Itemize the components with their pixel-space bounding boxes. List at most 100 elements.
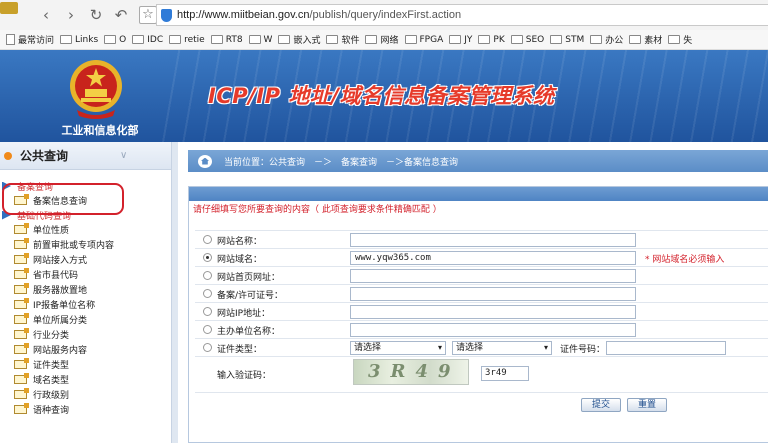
form-row-0: 网站名称： (195, 230, 768, 248)
field-input-0[interactable] (350, 233, 636, 247)
folder-icon (365, 35, 378, 44)
bookmark-9[interactable]: 网络 (365, 33, 399, 46)
bookmark-label: SEO (525, 34, 545, 45)
folder-icon (478, 35, 491, 44)
bookmark-7[interactable]: 嵌入式 (278, 33, 320, 46)
undo-icon[interactable]: ↶ (113, 5, 129, 25)
nav-item[interactable]: 行政级别 (0, 387, 177, 402)
field-label: 网站名称： (217, 237, 263, 247)
back-icon[interactable]: ‹ (38, 5, 54, 25)
nav-item[interactable]: 服务器放置地 (0, 282, 177, 297)
dropdown-arrow-icon: ▾ (543, 343, 548, 352)
sidebar-splitter[interactable] (171, 142, 178, 443)
cert-type-select[interactable]: 请选择 ▾ (350, 341, 446, 355)
bookmark-17[interactable]: 失 (668, 33, 692, 46)
field-label: 网站IP地址： (217, 309, 271, 319)
bookmark-3[interactable]: IDC (132, 35, 163, 45)
radio-3[interactable] (203, 289, 212, 298)
bookmark-label: Links (75, 34, 99, 45)
radio-2[interactable] (203, 271, 212, 280)
nav-item[interactable]: 网站服务内容 (0, 342, 177, 357)
bookmark-5[interactable]: RT8 (210, 35, 243, 45)
folder-icon (629, 35, 642, 44)
bookmark-13[interactable]: SEO (510, 34, 545, 45)
nav-item-label: 语种查询 (33, 406, 70, 416)
collapse-chevron-icon[interactable]: ∨ (120, 150, 127, 161)
folder-icon (60, 35, 73, 44)
bookmark-10[interactable]: FPGA (404, 34, 444, 45)
bookmark-16[interactable]: 素材 (629, 33, 662, 46)
form-buttons: 提交 重置 (195, 392, 768, 414)
national-emblem-icon (70, 60, 122, 119)
system-title: ICP/IP 地址/域名信息备案管理系统 (208, 84, 555, 108)
field-input-2[interactable] (350, 269, 636, 283)
bookmark-11[interactable]: JY (449, 35, 472, 45)
nav-item-label: 域名类型 (33, 376, 70, 386)
field-input-1[interactable]: www.yqw365.com (350, 251, 636, 265)
folder-icon (326, 35, 339, 44)
bookmark-1[interactable]: Links (60, 35, 98, 45)
radio-cert[interactable] (203, 343, 212, 352)
nav-item[interactable]: 省市县代码 (0, 267, 177, 282)
reset-button[interactable]: 重置 (627, 398, 667, 412)
bookmark-2[interactable]: O (104, 35, 126, 45)
bookmark-label: PK (493, 34, 505, 45)
bookmark-label: 嵌入式 (293, 36, 321, 46)
bookmark-label: 失 (683, 36, 693, 46)
browser-toolbar: ‹ › ↻ ↶ ☆ http://www.miitbeian.gov.cn/pu… (0, 0, 768, 30)
folder-icon (668, 35, 681, 44)
shield-icon (161, 8, 172, 22)
cert-number-input[interactable] (606, 341, 726, 355)
document-icon (14, 268, 29, 279)
radio-4[interactable] (203, 307, 212, 316)
bookmark-14[interactable]: STM (550, 35, 584, 45)
radio-5[interactable] (203, 325, 212, 334)
sidebar-header[interactable]: 公共查询 ∨ (0, 142, 177, 170)
captcha-input[interactable]: 3r49 (481, 366, 529, 381)
radio-1[interactable] (203, 253, 212, 262)
bookmark-8[interactable]: 软件 (326, 33, 359, 46)
field-input-3[interactable] (350, 287, 636, 301)
folder-icon (169, 35, 182, 44)
bookmark-0[interactable]: 最常访问 (6, 33, 54, 46)
ministry-name: 工业和信息化部 (61, 124, 139, 137)
nav-item[interactable]: 前置审批或专项内容 (0, 237, 177, 252)
nav-item-label: 前置审批或专项内容 (33, 241, 115, 251)
bookmark-4[interactable]: retie (169, 35, 205, 45)
folder-icon (404, 35, 417, 44)
query-form: 网站名称： 网站域名： www.yqw365.com * 网站域名必须输入 网站首页网址… (195, 230, 768, 412)
nav-item[interactable]: 证件类型 (0, 357, 177, 372)
nav-item[interactable]: 语种查询 (0, 402, 177, 417)
nav-item[interactable]: 网站接入方式 (0, 252, 177, 267)
nav-item[interactable]: 域名类型 (0, 372, 177, 387)
nav-item[interactable]: 行业分类 (0, 327, 177, 342)
nav-item-label: IP报备单位名称 (33, 301, 96, 311)
bookmarks-bar: 最常访问 Links O IDC retie RT8 W 嵌入式 软件 网络 FPGA JY PK SEO… (0, 30, 768, 50)
field-input-5[interactable] (350, 323, 636, 337)
cert-subtype-select[interactable]: 请选择 ▾ (452, 341, 552, 355)
nav-item[interactable]: IP报备单位名称 (0, 297, 177, 312)
address-bar[interactable]: http://www.miitbeian.gov.cn/publish/quer… (156, 4, 768, 26)
field-input-4[interactable] (350, 305, 636, 319)
query-panel: 请仔细填写您所要查询的内容（ 此项查询要求条件精确匹配 ） 网站名称： 网站域名：… (188, 186, 768, 443)
captcha-image[interactable]: 3R49 (353, 359, 469, 385)
sidebar-title: 公共查询 (20, 149, 69, 163)
submit-button[interactable]: 提交 (581, 398, 621, 412)
document-icon (14, 328, 29, 339)
nav-item[interactable]: 单位性质 (0, 222, 177, 237)
page-icon (6, 34, 15, 45)
nav-item[interactable]: 单位所属分类 (0, 312, 177, 327)
bookmark-label: FPGA (419, 34, 444, 45)
captcha-label: 输入验证码： (217, 371, 272, 381)
refresh-icon[interactable]: ↻ (88, 5, 104, 25)
forward-icon[interactable]: › (63, 5, 79, 25)
breadcrumb-text: 当前位置：公共查询 －＞ 备案查询 －＞备案信息查询 (224, 157, 459, 168)
bookmark-12[interactable]: PK (478, 34, 505, 45)
orange-dot-icon (4, 151, 12, 160)
radio-0[interactable] (203, 235, 212, 244)
bookmark-6[interactable]: W (248, 35, 272, 45)
bookmark-15[interactable]: 办公 (590, 33, 623, 46)
bookmark-label: 最常访问 (18, 36, 55, 46)
star-icon[interactable]: ☆ (139, 6, 157, 24)
folder-icon (278, 35, 291, 44)
